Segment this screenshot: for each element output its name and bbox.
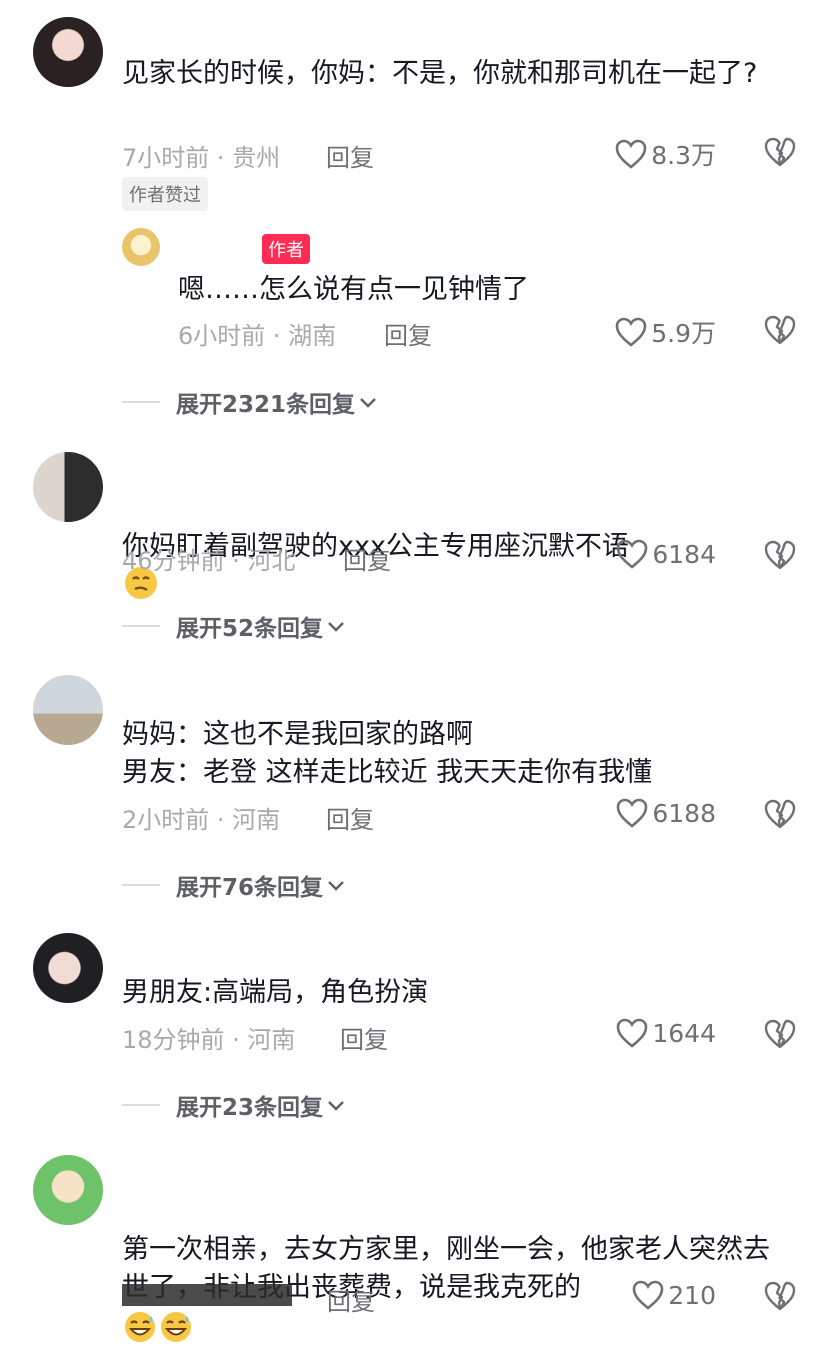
expand-replies-button[interactable]: 展开23条回复	[122, 1088, 347, 1122]
like-button[interactable]: 1644	[616, 1018, 716, 1048]
heart-outline-icon	[632, 1280, 664, 1310]
broken-heart-icon	[764, 1019, 796, 1049]
comment-meta: 18分钟前 · 河南	[122, 1026, 296, 1054]
heart-outline-icon	[615, 139, 647, 169]
expand-label: 展开76条回复	[176, 875, 324, 901]
broken-heart-icon	[764, 1281, 796, 1311]
heart-outline-icon	[617, 798, 648, 828]
divider-line	[122, 401, 160, 403]
like-count: 6188	[652, 798, 716, 828]
chevron-down-icon	[328, 1101, 344, 1111]
dislike-button[interactable]	[764, 540, 796, 574]
author-liked-badge: 作者赞过	[122, 177, 208, 211]
heart-outline-icon	[615, 317, 647, 347]
reply-username[interactable]	[178, 236, 184, 257]
chevron-down-icon	[328, 622, 344, 632]
reply-button[interactable]: 回复	[327, 1282, 375, 1317]
reply-meta: 6小时前 · 湖南	[178, 322, 337, 350]
chevron-down-icon	[360, 398, 376, 408]
divider-line	[122, 884, 160, 886]
dislike-button[interactable]	[764, 137, 796, 171]
like-button[interactable]: 8.3万	[615, 136, 716, 172]
like-count: 6184	[652, 539, 716, 569]
reply-button[interactable]: 回复	[326, 138, 374, 173]
divider-line	[122, 1104, 160, 1106]
avatar[interactable]	[33, 17, 103, 87]
reply-button[interactable]: 回复	[343, 541, 391, 576]
reply-button[interactable]: 回复	[340, 1020, 388, 1055]
expand-label: 展开23条回复	[176, 1095, 324, 1121]
avatar[interactable]	[33, 1155, 103, 1225]
dislike-button[interactable]	[764, 799, 796, 833]
comment-text: 见家长的时候，你妈：不是，你就和那司机在一起了?	[122, 58, 758, 89]
dislike-button[interactable]	[764, 1019, 796, 1053]
reply-text: 嗯……怎么说有点一见钟情了	[178, 274, 529, 305]
comment-text: 妈妈：这也不是我回家的路啊 男友：老登 这样走比较近 我天天走你有我懂	[122, 719, 653, 788]
comment-text: 第一次相亲，去女方家里，刚坐一会，他家老人突然去世了，非让我出丧葬费，说是我克死…	[122, 1193, 788, 1345]
like-count: 5.9万	[651, 319, 716, 348]
broken-heart-icon	[764, 540, 796, 570]
like-button[interactable]: 6184	[616, 539, 716, 569]
comment-meta: 2小时前 · 河南	[122, 806, 281, 834]
comment-meta: 46分钟前 · 河北	[122, 547, 296, 575]
broken-heart-icon	[764, 799, 796, 829]
grinning-sweat-emoji-icon	[161, 1311, 191, 1342]
heart-outline-icon	[617, 539, 648, 569]
broken-heart-icon	[764, 137, 796, 167]
like-count: 210	[668, 1280, 716, 1310]
reply-button[interactable]: 回复	[384, 316, 432, 351]
like-count: 1644	[652, 1018, 716, 1048]
expand-label: 展开52条回复	[176, 616, 324, 642]
expand-replies-button[interactable]: 展开52条回复	[122, 609, 347, 643]
avatar[interactable]	[33, 933, 103, 1003]
like-button[interactable]: 210	[632, 1280, 716, 1310]
comment-text: 男朋友:高端局，角色扮演	[122, 977, 429, 1008]
divider-line	[122, 625, 160, 627]
expand-replies-button[interactable]: 展开2321条回复	[122, 385, 379, 419]
grinning-sweat-emoji-icon	[125, 1311, 155, 1342]
like-button[interactable]: 6188	[616, 798, 716, 828]
expand-label: 展开2321条回复	[176, 392, 356, 418]
broken-heart-icon	[764, 315, 796, 345]
heart-outline-icon	[617, 1018, 648, 1048]
redacted-meta	[122, 1284, 292, 1306]
like-count: 8.3万	[651, 141, 716, 170]
like-button[interactable]: 5.9万	[615, 314, 716, 350]
comment-meta: 7小时前 · 贵州	[122, 144, 281, 172]
username[interactable]	[122, 22, 128, 43]
avatar[interactable]	[33, 675, 103, 745]
expand-replies-button[interactable]: 展开76条回复	[122, 868, 347, 902]
author-tag: 作者	[262, 234, 310, 264]
dislike-button[interactable]	[764, 1281, 796, 1315]
dislike-button[interactable]	[764, 315, 796, 349]
avatar[interactable]	[33, 452, 103, 522]
reply-avatar[interactable]	[122, 228, 160, 266]
chevron-down-icon	[328, 881, 344, 891]
reply-button[interactable]: 回复	[326, 800, 374, 835]
